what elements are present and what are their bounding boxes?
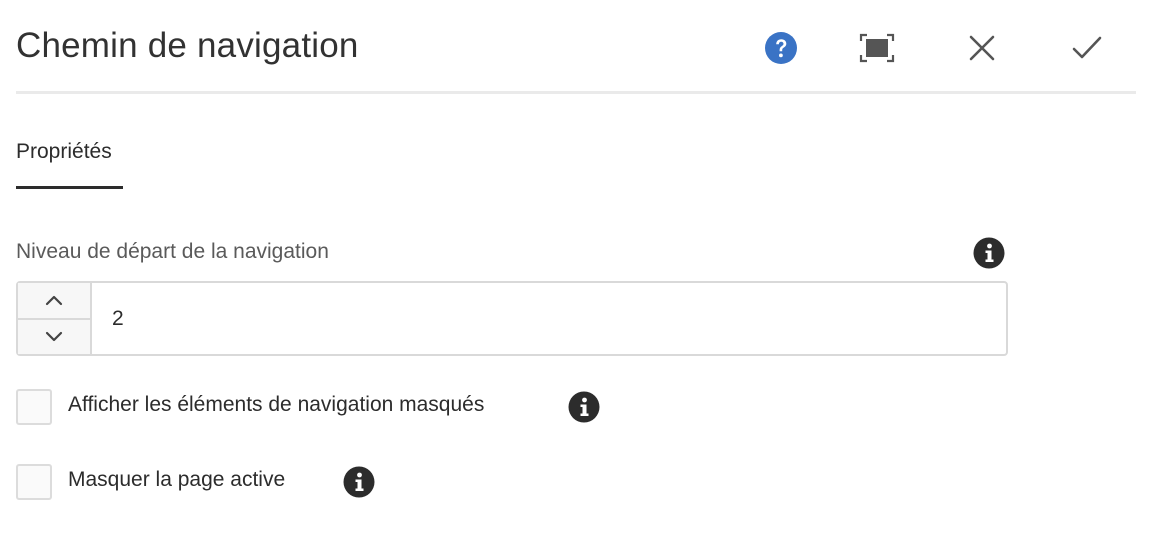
hide-current-label[interactable]: Masquer la page active (68, 468, 285, 492)
start-level-label: Niveau de départ de la navigation (16, 240, 329, 263)
start-level-number-field: 2 (16, 281, 1008, 356)
start-level-input[interactable]: 2 (112, 307, 124, 331)
fullscreen-button[interactable] (857, 28, 897, 68)
active-tab-indicator (16, 186, 123, 189)
decrement-button[interactable] (18, 319, 90, 354)
info-icon[interactable] (973, 237, 1005, 269)
help-button[interactable] (761, 28, 801, 68)
number-stepper (18, 283, 92, 354)
close-icon (969, 35, 995, 61)
done-button[interactable] (1067, 28, 1107, 68)
chevron-up-icon (45, 295, 63, 306)
dialog-title: Chemin de navigation (16, 26, 359, 65)
tab-properties[interactable]: Propriétés (16, 140, 123, 189)
close-button[interactable] (962, 28, 1002, 68)
info-icon[interactable] (343, 466, 375, 498)
dialog-header: Chemin de navigation (16, 0, 1136, 94)
info-icon[interactable] (568, 391, 600, 423)
checkmark-icon (1072, 36, 1102, 59)
help-icon (765, 32, 797, 64)
tab-label: Propriétés (16, 140, 112, 163)
increment-button[interactable] (18, 283, 90, 320)
chevron-down-icon (45, 331, 63, 342)
show-hidden-label[interactable]: Afficher les éléments de navigation masq… (68, 393, 484, 417)
breadcrumb-config-dialog: Chemin de navigation Propriétés Niveau d… (0, 0, 1150, 560)
fullscreen-icon (859, 33, 895, 63)
hide-current-checkbox[interactable] (16, 464, 52, 500)
tab-list: Propriétés (16, 140, 123, 189)
show-hidden-checkbox[interactable] (16, 389, 52, 425)
